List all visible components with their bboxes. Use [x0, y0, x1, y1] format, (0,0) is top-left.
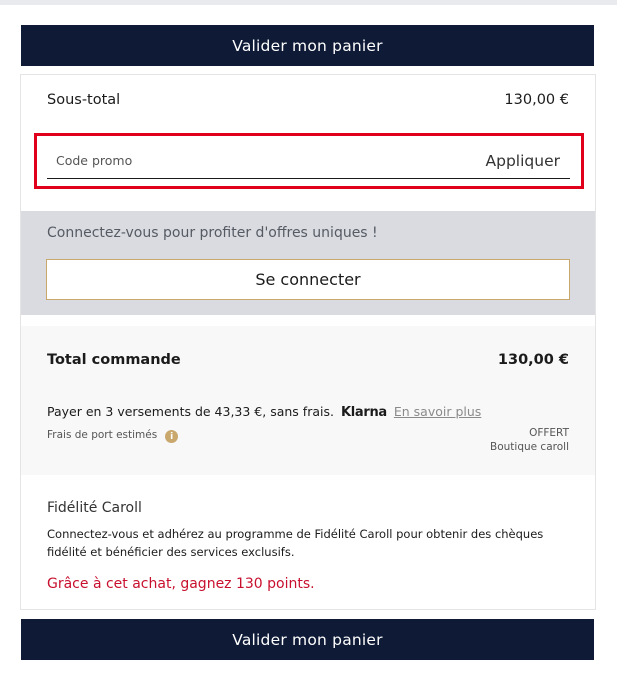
subtotal-label: Sous-total	[47, 92, 121, 108]
shipping-method: Boutique caroll	[490, 441, 569, 453]
installment-line: Payer en 3 versements de 43,33 €, sans f…	[47, 404, 481, 420]
shipping-estimate: Frais de port estimés i	[47, 426, 179, 443]
order-total-box: Total commande 130,00 € Payer en 3 verse…	[21, 326, 595, 475]
learn-more-link[interactable]: En savoir plus	[394, 404, 481, 419]
info-icon[interactable]: i	[165, 430, 179, 443]
shipping-label: Frais de port estimés	[47, 428, 158, 441]
loyalty-title: Fidélité Caroll	[47, 500, 142, 516]
top-strip	[0, 0, 617, 5]
loyalty-description: Connectez-vous et adhérez au programme d…	[47, 527, 544, 559]
apply-promo-button[interactable]: Appliquer	[486, 152, 570, 170]
total-label: Total commande	[47, 352, 181, 368]
loyalty-points: Grâce à cet achat, gagnez 130 points.	[47, 576, 315, 592]
login-button[interactable]: Se connecter	[46, 259, 570, 300]
cart-summary-card: Sous-total 130,00 € Code promo Appliquer…	[20, 74, 596, 610]
promo-code-field[interactable]: Code promo Appliquer	[47, 143, 570, 179]
validate-cart-label: Valider mon panier	[232, 36, 383, 55]
validate-cart-button-bottom[interactable]: Valider mon panier	[21, 619, 594, 660]
loyalty-section: Fidélité Caroll Connectez-vous et adhére…	[47, 500, 567, 592]
klarna-logo: Klarna	[340, 405, 387, 420]
shipping-cost: OFFERT	[529, 427, 569, 439]
subtotal-row: Sous-total 130,00 €	[47, 92, 569, 112]
shipping-value: OFFERT Boutique caroll	[490, 426, 569, 454]
login-prompt-text: Connectez-vous pour profiter d'offres un…	[47, 225, 378, 241]
login-button-label: Se connecter	[255, 270, 361, 289]
total-value: 130,00 €	[497, 352, 569, 368]
validate-cart-button-top[interactable]: Valider mon panier	[21, 25, 594, 66]
subtotal-value: 130,00 €	[504, 92, 569, 108]
validate-cart-label: Valider mon panier	[232, 630, 383, 649]
total-row: Total commande 130,00 €	[47, 352, 569, 368]
promo-code-input[interactable]: Code promo	[47, 153, 132, 168]
login-prompt-box: Connectez-vous pour profiter d'offres un…	[21, 211, 595, 315]
installment-text: Payer en 3 versements de 43,33 €, sans f…	[47, 404, 334, 419]
